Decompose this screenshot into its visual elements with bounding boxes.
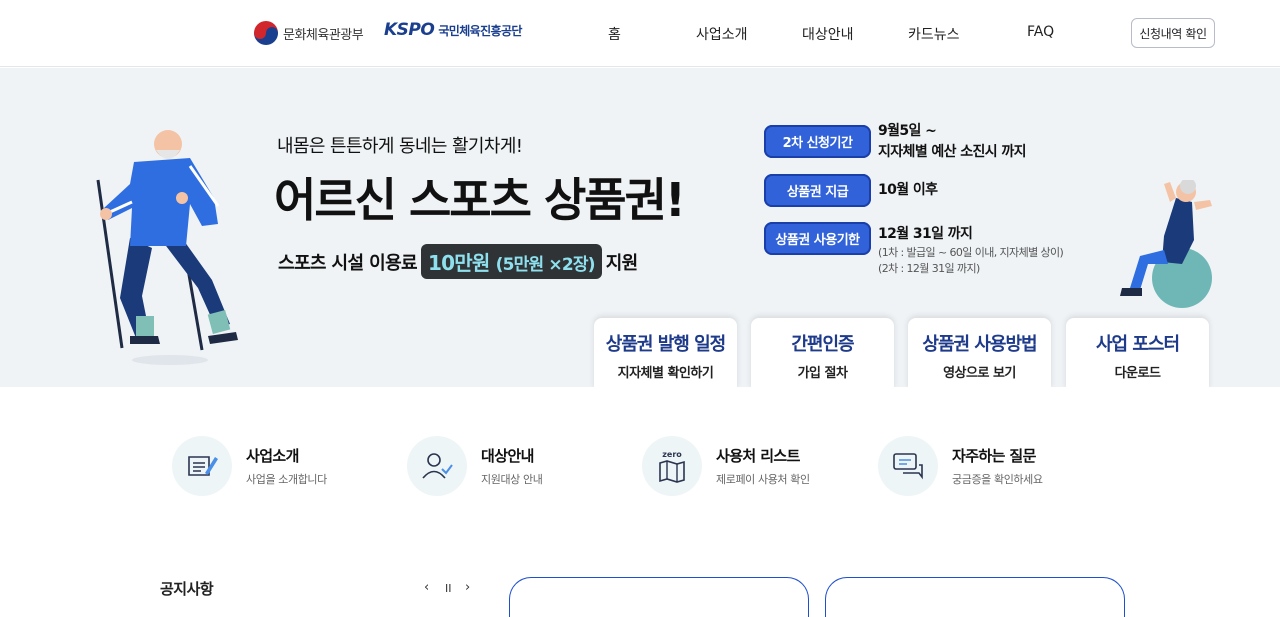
info-row-usage-deadline: 상품권 사용기한 12월 31일 까지 (1차 : 발급일 ~ 60일 이내, … — [764, 222, 1064, 277]
info-note: (2차 : 12월 31일 까지) — [878, 262, 980, 275]
tile-easy-auth[interactable]: 간편인증 가입 절차 — [751, 318, 894, 387]
scroll-pen-icon — [188, 456, 218, 476]
amount-detail: (5만원 ×2장) — [495, 255, 596, 275]
tile-sub: 다운로드 — [1114, 366, 1161, 381]
zero-label: zero — [662, 449, 682, 459]
quick-link-desc: 지원대상 안내 — [481, 473, 543, 486]
nav-card-news[interactable]: 카드뉴스 — [908, 24, 960, 44]
quick-link-desc: 사업을 소개합니다 — [246, 473, 327, 486]
quick-link-target-guide[interactable]: 대상안내 지원대상 안내 — [407, 436, 543, 496]
nav-faq[interactable]: FAQ — [1027, 24, 1054, 40]
quick-link-desc: 궁금증을 확인하세요 — [952, 473, 1043, 486]
nav-home[interactable]: 홈 — [608, 24, 621, 44]
hero-support-line: 스포츠 시설 이용료 10만원 (5만원 ×2장) 지원 — [278, 244, 638, 279]
kspo-logo[interactable]: KSPO 국민체육진흥공단 — [384, 20, 522, 40]
ministry-logo[interactable]: 문화체육관광부 — [254, 21, 364, 45]
quick-link-store-list[interactable]: zero 사용처 리스트 제로페이 사용처 확인 — [642, 436, 810, 496]
info-line: 12월 31일 까지 — [878, 226, 973, 242]
ministry-name: 문화체육관광부 — [283, 27, 364, 43]
user-check-icon — [422, 453, 453, 479]
senior-hiker-illustration — [96, 130, 238, 365]
notice-pause-button[interactable]: II — [445, 582, 452, 595]
tile-sub: 가입 절차 — [797, 366, 848, 381]
quick-link-title: 대상안내 — [481, 447, 534, 465]
tile-sub: 영상으로 보기 — [943, 366, 1016, 381]
zero-map-icon — [659, 459, 685, 483]
hero-subtitle: 내몸은 튼튼하게 동네는 활기차게! — [277, 136, 523, 157]
hero-title: 어르신 스포츠 상품권! — [274, 173, 686, 227]
kspo-mark: KSPO — [384, 20, 435, 40]
notice-card[interactable] — [825, 577, 1125, 617]
support-suffix: 지원 — [605, 252, 639, 274]
info-line: 9월5일 ~ — [878, 123, 937, 139]
chat-bubbles-icon — [893, 453, 923, 480]
notice-title: 공지사항 — [160, 580, 214, 598]
nav-business-intro[interactable]: 사업소개 — [696, 24, 748, 44]
notice-next-button[interactable]: › — [465, 580, 470, 595]
quick-link-desc: 제로페이 사용처 확인 — [716, 473, 810, 486]
kspo-name: 국민체육진흥공단 — [438, 23, 522, 38]
notice-prev-button[interactable]: ‹ — [424, 580, 429, 595]
info-badge: 상품권 사용기한 — [764, 222, 871, 255]
amount-pill: 10만원 (5만원 ×2장) — [421, 244, 602, 279]
info-badge: 상품권 지급 — [764, 174, 871, 207]
taegeuk-icon — [254, 21, 278, 45]
quick-link-title: 자주하는 질문 — [952, 447, 1036, 465]
support-prefix: 스포츠 시설 이용료 — [278, 252, 418, 274]
apply-check-button[interactable]: 신청내역 확인 — [1131, 18, 1215, 48]
tile-title: 간편인증 — [791, 334, 854, 355]
quick-link-business-intro[interactable]: 사업소개 사업을 소개합니다 — [172, 436, 327, 496]
tile-sub: 지자체별 확인하기 — [617, 366, 714, 381]
tile-title: 상품권 발행 일정 — [605, 334, 726, 355]
nav-target-guide[interactable]: 대상안내 — [802, 24, 854, 44]
info-row-application-period: 2차 신청기간 9월5일 ~ 지자체별 예산 소진시 까지 — [764, 123, 1027, 163]
tile-title: 사업 포스터 — [1095, 334, 1180, 355]
info-note: (1차 : 발급일 ~ 60일 이내, 지자체별 상이) — [878, 246, 1064, 259]
tile-title: 상품권 사용방법 — [922, 334, 1037, 355]
info-badge: 2차 신청기간 — [764, 125, 871, 158]
hero-banner: 내몸은 튼튼하게 동네는 활기차게! 어르신 스포츠 상품권! 스포츠 시설 이… — [0, 68, 1280, 387]
notice-card[interactable] — [509, 577, 809, 617]
quick-link-title: 사업소개 — [246, 447, 299, 465]
tile-poster-download[interactable]: 사업 포스터 다운로드 — [1066, 318, 1209, 387]
info-line: 지자체별 예산 소진시 까지 — [878, 144, 1027, 160]
tile-usage-method[interactable]: 상품권 사용방법 영상으로 보기 — [908, 318, 1051, 387]
senior-exercise-illustration — [1120, 180, 1212, 308]
amount-main: 10만원 — [428, 251, 490, 275]
info-line: 10월 이후 — [878, 182, 938, 198]
tile-issue-schedule[interactable]: 상품권 발행 일정 지자체별 확인하기 — [594, 318, 737, 387]
info-row-voucher-issue: 상품권 지급 10월 이후 — [764, 174, 938, 207]
quick-link-title: 사용처 리스트 — [716, 447, 800, 465]
site-header: 문화체육관광부 KSPO 국민체육진흥공단 홈 사업소개 대상안내 카드뉴스 F… — [0, 0, 1280, 67]
quick-link-faq[interactable]: 자주하는 질문 궁금증을 확인하세요 — [878, 436, 1043, 496]
